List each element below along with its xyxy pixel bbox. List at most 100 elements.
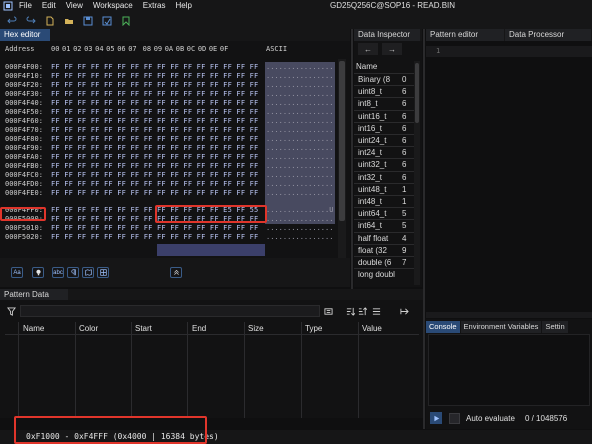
inspector-value[interactable]: 0 [402,74,410,86]
row-ascii[interactable]: ................ [266,81,333,90]
row-bytes[interactable]: FF FF FF FF FF FF FF FF FF FF FF FF FF F… [51,153,258,162]
inspector-row[interactable]: uint64_t 5 [354,207,414,219]
row-bytes[interactable]: FF FF FF FF FF FF FF FF FF FF FF FF FF F… [51,117,258,126]
column-size[interactable]: Size [248,324,264,333]
hex-row[interactable]: 000F4F20: FF FF FF FF FF FF FF FF FF FF F… [0,81,350,90]
prev-arrow-icon[interactable]: ← [358,43,378,55]
sort-asc-icon[interactable] [344,305,356,317]
scroll-up-icon[interactable] [170,267,182,278]
sort-desc-icon[interactable] [356,305,368,317]
row-ascii[interactable]: ................ [266,162,333,171]
inspector-row[interactable]: double (6 7 [354,256,414,268]
hex-scrollbar[interactable] [338,59,346,269]
inspector-value[interactable]: 4 [402,233,410,245]
tab-environment-variables[interactable]: Environment Variables [460,321,542,333]
export-icon[interactable] [398,305,410,317]
run-icon[interactable] [430,412,442,424]
row-ascii[interactable]: ................ [266,171,333,180]
row-bytes[interactable]: FF FF FF FF FF FF FF FF FF FF FF FF FF F… [51,63,258,72]
column-type[interactable]: Type [305,324,322,333]
inspector-value[interactable]: 5 [402,208,410,220]
inspector-value[interactable]: 1 [402,196,410,208]
hex-row[interactable]: 000F4F30: FF FF FF FF FF FF FF FF FF FF F… [0,90,350,99]
inspector-value[interactable]: 6 [402,159,410,171]
hex-row[interactable]: 000F5010: FF FF FF FF FF FF FF FF FF FF F… [0,224,350,233]
inspector-scroll-thumb[interactable] [415,63,419,123]
auto-evaluate-checkbox[interactable] [449,412,460,424]
inspector-value[interactable]: 6 [402,123,410,135]
save-icon[interactable] [80,14,95,27]
inspector-value[interactable]: 6 [402,135,410,147]
row-ascii[interactable]: ................ [266,117,333,126]
menu-file[interactable]: File [14,0,37,12]
row-ascii[interactable]: ................ [266,90,333,99]
inspector-row[interactable]: float (32 9 [354,243,414,256]
inspector-row[interactable]: int64_t 5 [354,219,414,231]
inspector-row[interactable]: half float 4 [354,231,414,245]
row-ascii[interactable]: ................ [266,126,333,135]
tab-hex-editor[interactable]: Hex editor [0,29,50,41]
inspector-value[interactable]: 5 [402,220,410,232]
menu-view[interactable]: View [61,0,88,12]
row-bytes[interactable]: FF FF FF FF FF FF FF FF FF FF FF FF FF F… [51,144,258,153]
hex-row[interactable]: 000F4FD0: FF FF FF FF FF FF FF FF FF FF F… [0,180,350,189]
bookmark-icon[interactable] [118,14,133,27]
row-bytes[interactable]: FF FF FF FF FF FF FF FF FF FF FF FF FF F… [51,81,258,90]
column-end[interactable]: End [192,324,206,333]
redo-icon[interactable] [23,14,38,27]
hex-row[interactable]: 000F4FA0: FF FF FF FF FF FF FF FF FF FF F… [0,153,350,162]
hex-row[interactable]: 000F5020: FF FF FF FF FF FF FF FF FF FF F… [0,233,350,242]
row-ascii[interactable]: ...............U [266,206,333,215]
panel-divider[interactable] [351,29,353,289]
row-ascii[interactable]: ................ [266,108,333,117]
case-toggle-button[interactable]: Aa [11,267,23,278]
menu-edit[interactable]: Edit [37,0,61,12]
undo-icon[interactable] [4,14,19,27]
hex-editor-panel[interactable]: Address 00 01 02 03 04 05 06 07 08 09 0A 0B 0C 0D 0E 0F… [0,41,350,287]
inspector-value[interactable]: 6 [402,172,410,184]
row-bytes[interactable]: FF FF FF FF FF FF FF FF FF FF FF FF FF F… [51,189,258,198]
filter-icon[interactable] [4,305,18,317]
row-bytes[interactable]: FF FF FF FF FF FF FF FF FF FF FF FF FF F… [51,180,258,189]
row-ascii[interactable]: ................ [266,63,333,72]
row-bytes[interactable]: FF FF FF FF FF FF FF FF FF FF FF FF FF F… [51,135,258,144]
hex-row[interactable]: 000F4FB0: FF FF FF FF FF FF FF FF FF FF F… [0,162,350,171]
collapse-icon[interactable] [322,305,334,317]
tab-console[interactable]: Console [426,321,460,333]
hex-scroll-thumb[interactable] [339,61,345,221]
inspector-row[interactable]: uint8_t 6 [354,85,414,97]
hex-row[interactable]: 000F4FE0: FF FF FF FF FF FF FF FF FF FF F… [0,189,350,198]
row-bytes[interactable]: FF FF FF FF FF FF FF FF FF FF FF FF FF F… [51,99,258,108]
inspector-row[interactable]: Binary (8 0 [354,73,414,85]
inspector-value[interactable]: 1 [402,184,410,196]
row-bytes[interactable]: FF FF FF FF FF FF FF FF FF FF FF FF FF F… [51,90,258,99]
inspector-value[interactable]: 6 [402,86,410,98]
tab-data-processor[interactable]: Data Processor [505,29,591,41]
tab-settings[interactable]: Settin [542,321,568,333]
save-as-icon[interactable] [99,14,114,27]
inspector-row[interactable]: uint16_t 6 [354,109,414,123]
row-ascii[interactable]: ................ [266,144,333,153]
inspector-row[interactable]: int16_t 6 [354,121,414,135]
hex-row[interactable]: 000F4F40: FF FF FF FF FF FF FF FF FF FF F… [0,99,350,108]
next-arrow-icon[interactable]: → [382,43,402,55]
pattern-search-input[interactable] [20,305,320,317]
grid-icon[interactable] [97,267,109,278]
hex-row[interactable]: 000F4F80: FF FF FF FF FF FF FF FF FF FF F… [0,135,350,144]
pilcrow-icon[interactable] [67,267,79,278]
tab-pattern-editor[interactable]: Pattern editor [426,29,504,41]
hex-row[interactable]: 000F4F70: FF FF FF FF FF FF FF FF FF FF F… [0,126,350,135]
inspector-row[interactable]: uint32_t 6 [354,158,414,170]
inspector-value[interactable]: 6 [402,111,410,123]
inspector-row[interactable]: uint48_t 1 [354,182,414,196]
inspector-value[interactable]: 6 [402,147,410,159]
row-bytes[interactable]: FF FF FF FF FF FF FF FF FF FF FF FF FF F… [51,224,258,233]
inspector-row[interactable]: int48_t 1 [354,195,414,207]
panel-divider[interactable] [423,29,425,429]
row-ascii[interactable]: ................ [266,189,333,198]
menu-extras[interactable]: Extras [138,0,171,12]
inspector-value[interactable]: 6 [402,98,410,110]
inspector-row[interactable]: int24_t 6 [354,146,414,158]
row-bytes[interactable]: FF FF FF FF FF FF FF FF FF FF FF FF FF F… [51,126,258,135]
row-bytes[interactable]: FF FF FF FF FF FF FF FF FF FF FF FF FF F… [51,72,258,81]
